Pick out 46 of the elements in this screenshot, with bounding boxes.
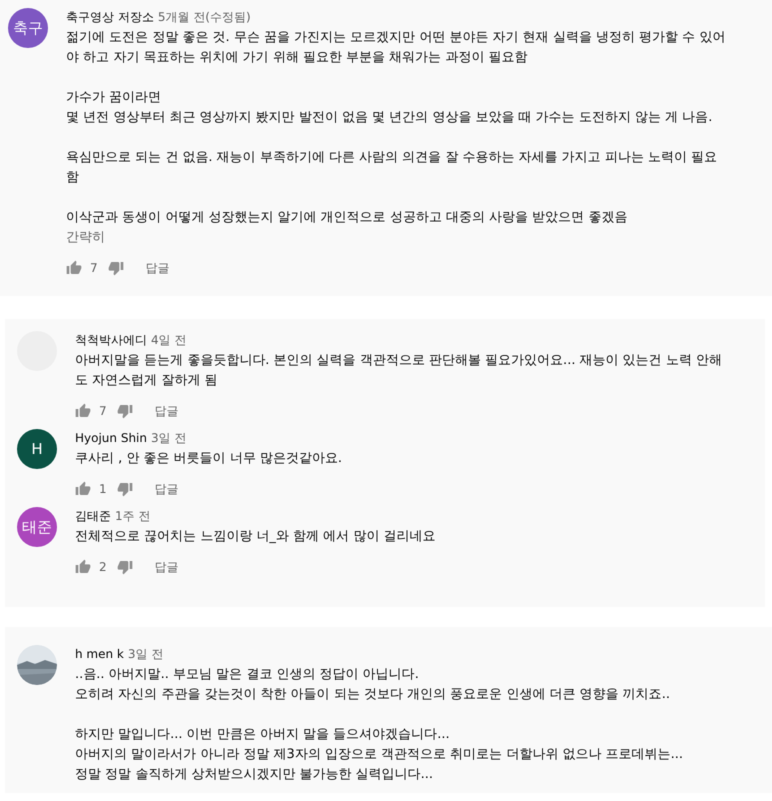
avatar[interactable]: 태준: [17, 507, 57, 547]
reply-button[interactable]: 답글: [154, 476, 179, 502]
thumbs-down-icon[interactable]: [116, 559, 133, 575]
author-name[interactable]: 김태준: [75, 507, 111, 525]
author-name[interactable]: 축구영상 저장소: [66, 8, 154, 26]
reply-button[interactable]: 답글: [146, 256, 170, 280]
comment-text: 전체적으로 끊어치는 느낌이랑 너_와 함께 에서 많이 걸리네요: [75, 528, 436, 546]
author-name[interactable]: h men k: [75, 645, 124, 663]
comment-time[interactable]: 3일 전: [151, 429, 186, 447]
like-count: 7: [90, 261, 98, 275]
comment-time[interactable]: 5개월 전(수정됨): [158, 8, 251, 26]
thumbs-down-icon[interactable]: [116, 481, 133, 497]
thumbs-up-icon[interactable]: [75, 559, 91, 575]
comment-time[interactable]: 4일 전: [151, 331, 186, 349]
comment-text: 아버지의 말이라서가 아니라 정말 제3자의 입장으로 객관적으로 취미로는 더할나위 없으나 프로데뷔는...: [75, 746, 684, 764]
comment-text: 아버지말을 듣는게 좋을듯합니다. 본인의 실력을 객관적으로 판단해볼 필요가있어요... 재능이 있는건 노력 안해: [75, 352, 723, 370]
author-name[interactable]: Hyojun Shin: [75, 429, 147, 447]
comment-text: 쿠사리 , 안 좋은 버릇들이 너무 많은것같아요.: [75, 450, 344, 468]
comment-time[interactable]: 3일 전: [128, 645, 164, 663]
comment-text: ..음.. 아버지말.. 부모님 말은 결코 인생의 정답이 아닙니다.: [75, 666, 420, 684]
show-less-link[interactable]: 간략히: [66, 228, 772, 248]
comment-time[interactable]: 1주 전: [115, 507, 150, 525]
comment-text: 야 하고 자기 목표하는 위치에 가기 위해 필요한 부분을 채워가는 과정이 필요함: [66, 49, 528, 67]
avatar[interactable]: H: [17, 429, 57, 469]
thumbs-up-icon[interactable]: [75, 403, 91, 419]
comment-text: 이삭군과 동생이 어떻게 성장했는지 알기에 개인적으로 성공하고 대중의 사랑을 받았으면 좋겠음: [66, 209, 628, 227]
like-count: 7: [99, 404, 107, 418]
comment-text: 몇 년전 영상부터 최근 영상까지 봤지만 발전이 없음 몇 년간의 영상을 보았을 때 가수는 도전하지 않는 게 나음.: [66, 109, 714, 127]
thumbs-up-icon[interactable]: [66, 260, 82, 276]
author-name[interactable]: 척척박사에디: [75, 331, 147, 349]
comment-text: 가수가 꿈이라면: [66, 89, 162, 107]
comment-text: 오히려 자신의 주관을 갖는것이 착한 아들이 되는 것보다 개인의 풍요로운 인생에 더큰 영향을 끼치죠..: [75, 686, 671, 704]
avatar[interactable]: 축구: [8, 8, 48, 48]
reply-button[interactable]: 답글: [154, 554, 179, 580]
like-count: 1: [99, 482, 107, 496]
thumbs-up-icon[interactable]: [75, 481, 91, 497]
comment-text: 도 자연스럽게 잘하게 됨: [75, 372, 218, 390]
comment-text: 함: [66, 169, 80, 187]
reply-button[interactable]: 답글: [154, 398, 179, 424]
comment-text: 욕심만으로 되는 건 없음. 재능이 부족하기에 다른 사람의 의견을 잘 수용하는 자세를 가지고 피나는 노력이 필요: [66, 149, 718, 167]
comment-text: 하지만 말입니다... 이번 만큼은 아버지 말을 들으셔야겠습니다...: [75, 726, 451, 744]
comment-text: 젊기에 도전은 정말 좋은 것. 무슨 꿈을 가진지는 모르겠지만 어떤 분야든 자기 현재 실력을 냉정히 평가할 수 있어: [66, 29, 726, 47]
comment-text: 정말 정말 솔직하게 상처받으시겠지만 불가능한 실력입니다...: [75, 766, 434, 784]
thumbs-down-icon[interactable]: [116, 403, 133, 419]
thumbs-down-icon[interactable]: [108, 260, 124, 276]
like-count: 2: [99, 560, 107, 574]
